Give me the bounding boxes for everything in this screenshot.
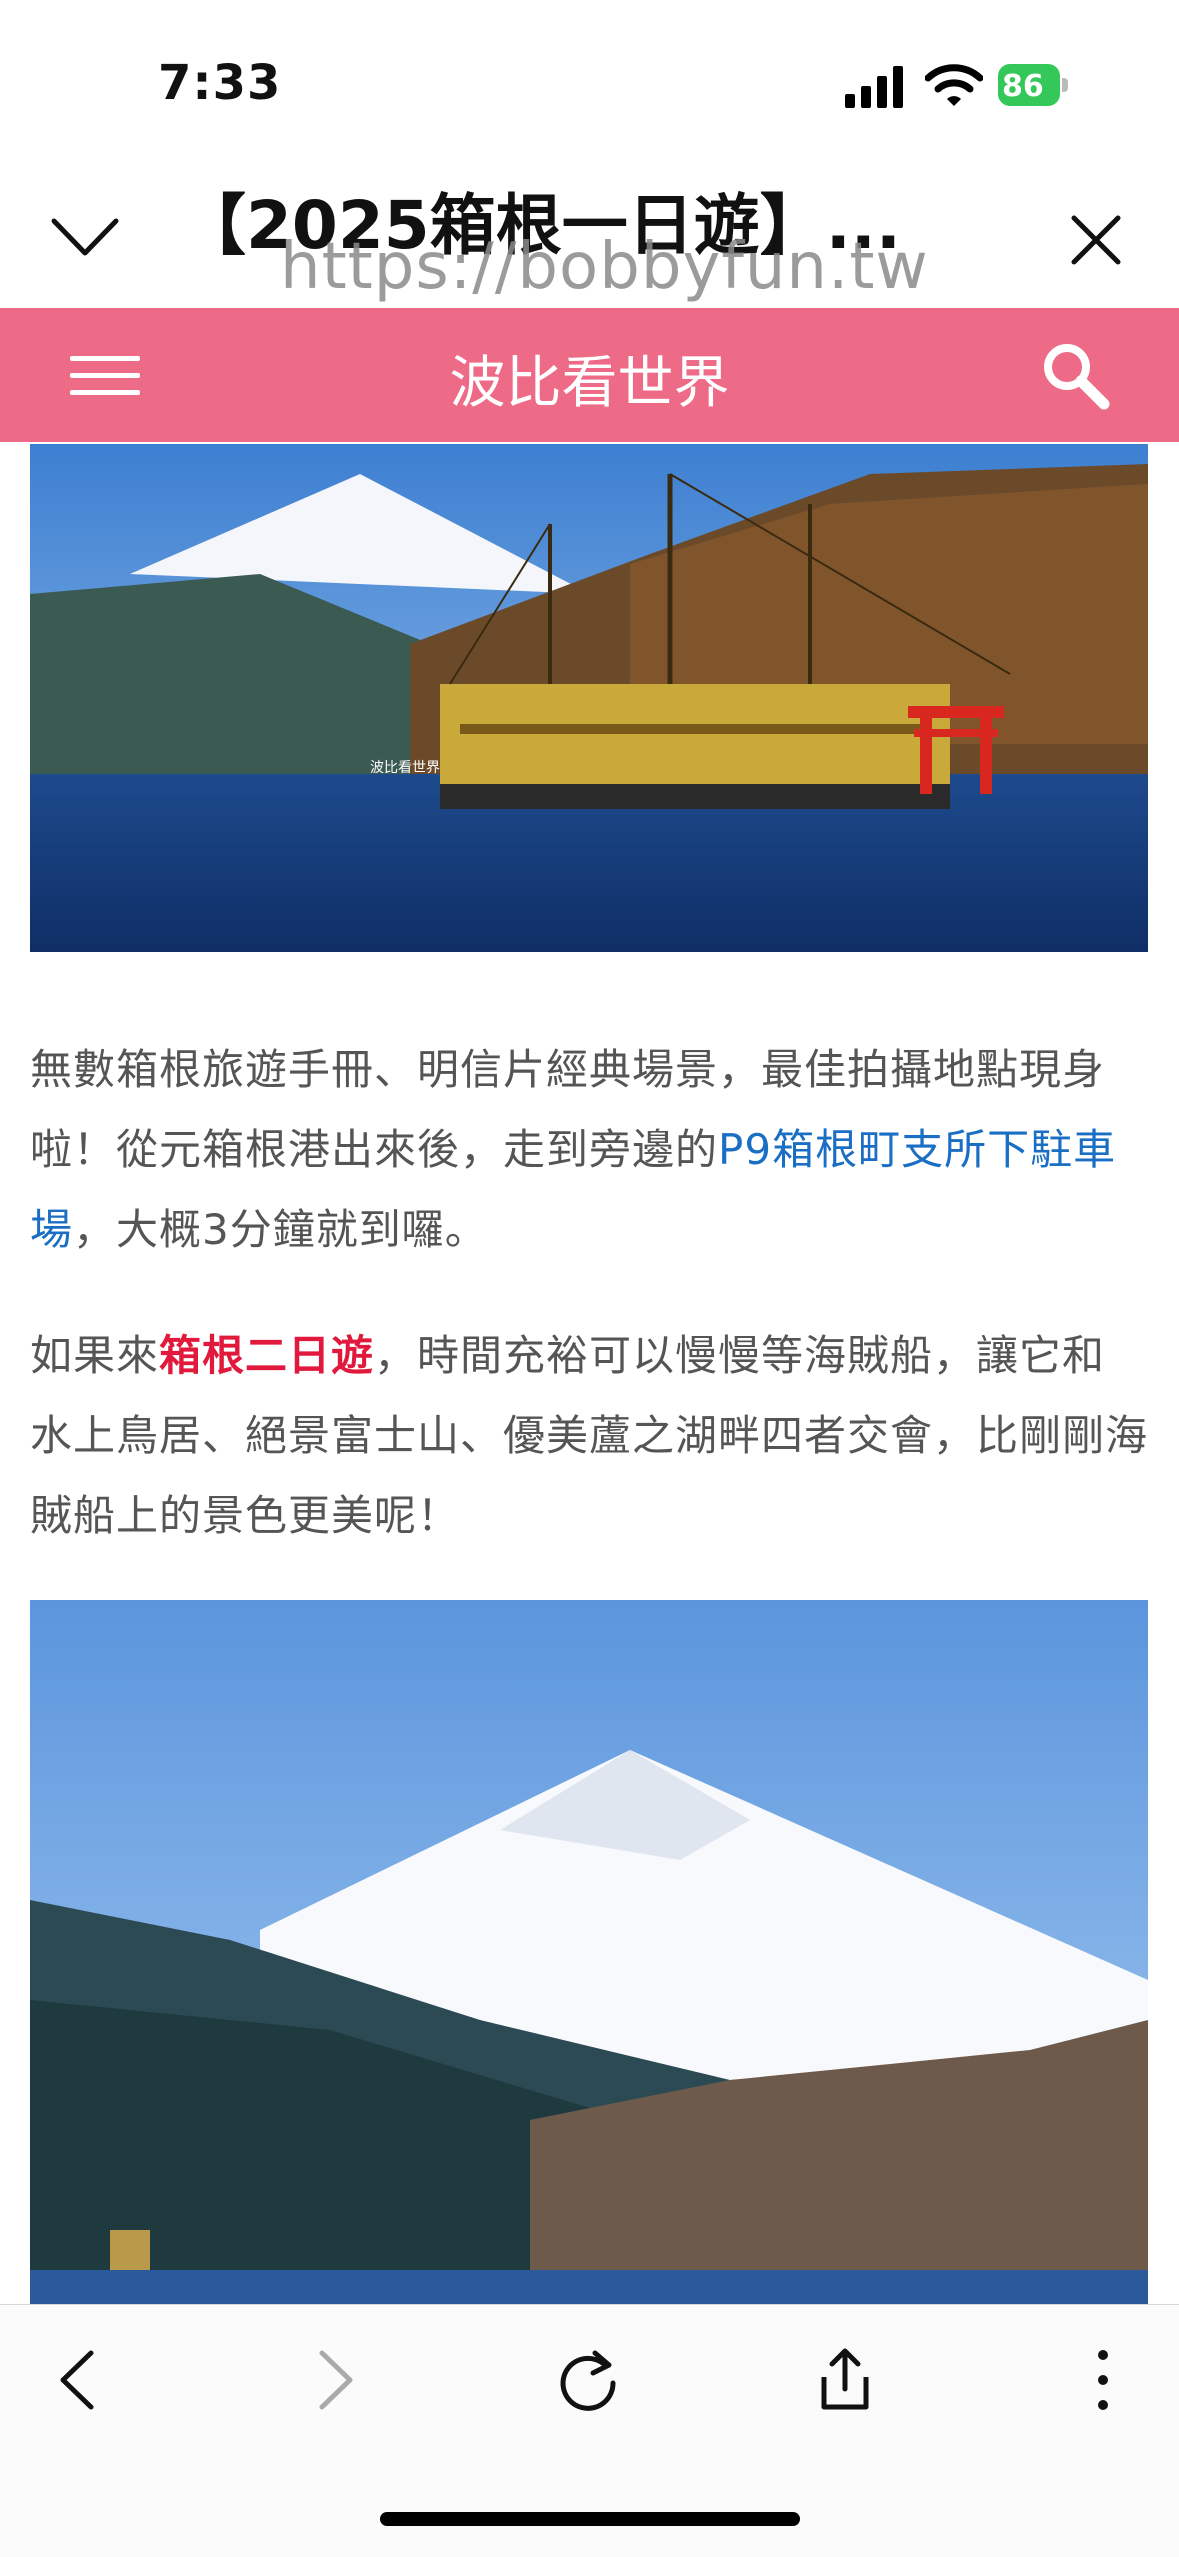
status-time: 7:33 [158,55,282,111]
site-header: 波比看世界 [0,308,1179,442]
wifi-icon [925,64,983,106]
article-paragraph-1: 無數箱根旅遊手冊、明信片經典場景，最佳拍攝地點現身啦！從元箱根港出來後，走到旁邊… [30,1030,1148,1270]
mount-fuji-photo [30,1600,1148,2304]
signal-icon [845,66,903,108]
search-icon[interactable] [1040,340,1110,410]
url-label: https://bobbyfun.tw [280,230,929,304]
paragraph-text: ，大概3分鐘就到囉。 [73,1205,488,1254]
photo-watermark: 波比看世界 [370,759,440,775]
battery-icon: 86 [998,64,1070,106]
home-indicator [380,2512,800,2526]
pirate-ship-photo: 波比看世界 [30,444,1148,952]
status-bar: 7:33 86 [0,0,1179,150]
title-bar: 【2025箱根一日遊】... https://bobbyfun.tw [0,150,1179,310]
two-day-trip-link[interactable]: 箱根二日遊 [159,1331,374,1380]
reload-icon[interactable] [553,2345,623,2415]
site-name[interactable]: 波比看世界 [0,338,1179,419]
close-icon[interactable] [1068,212,1124,268]
share-icon[interactable] [810,2345,880,2415]
paragraph-text: 如果來 [30,1331,160,1380]
battery-level: 86 [1002,69,1044,104]
chevron-down-icon[interactable] [50,215,120,260]
back-icon[interactable] [45,2345,115,2415]
forward-icon[interactable] [298,2345,368,2415]
article-paragraph-2: 如果來箱根二日遊，時間充裕可以慢慢等海賊船，讓它和水上鳥居、絕景富士山、優美蘆之… [30,1316,1148,1556]
more-icon[interactable] [1068,2345,1138,2415]
